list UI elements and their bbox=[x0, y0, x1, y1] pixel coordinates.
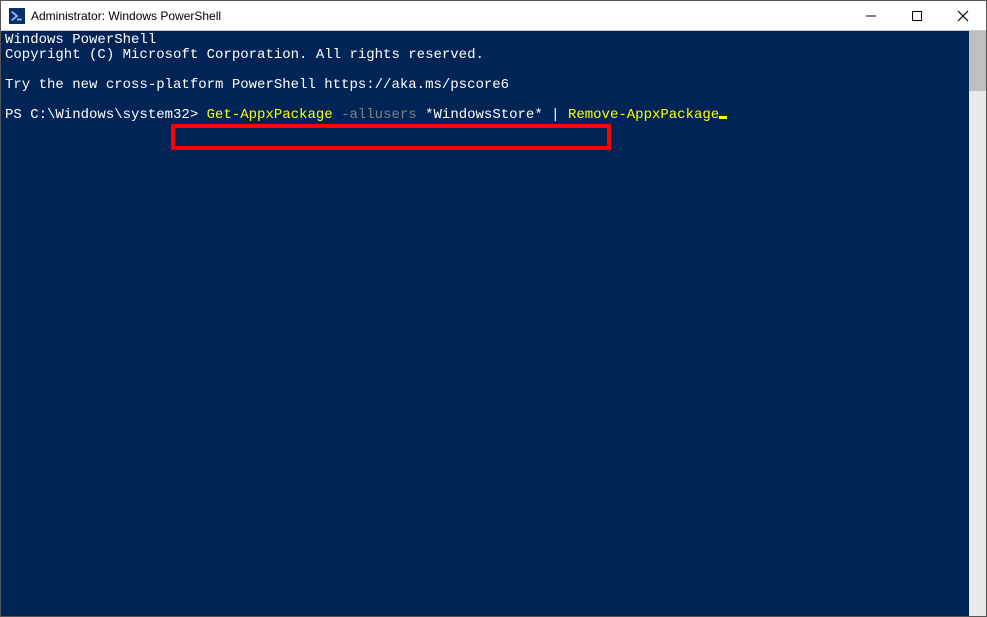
line-2: Copyright (C) Microsoft Corporation. All… bbox=[5, 47, 484, 63]
terminal-client-area: Windows PowerShell Copyright (C) Microso… bbox=[1, 31, 986, 616]
minimize-button[interactable] bbox=[848, 1, 894, 30]
powershell-icon bbox=[9, 8, 25, 24]
cmd-space bbox=[417, 107, 425, 123]
terminal-output[interactable]: Windows PowerShell Copyright (C) Microso… bbox=[1, 31, 969, 616]
titlebar[interactable]: Administrator: Windows PowerShell bbox=[1, 1, 986, 31]
line-4: Try the new cross-platform PowerShell ht… bbox=[5, 77, 509, 93]
text-cursor bbox=[719, 116, 727, 119]
maximize-button[interactable] bbox=[894, 1, 940, 30]
cmd-space bbox=[543, 107, 551, 123]
line-1: Windows PowerShell bbox=[5, 32, 156, 48]
cmd-get-appxpackage: Get-AppxPackage bbox=[207, 107, 333, 123]
cmd-space bbox=[560, 107, 568, 123]
close-button[interactable] bbox=[940, 1, 986, 30]
cmd-pipe: | bbox=[551, 107, 559, 123]
cmd-flag-allusers: -allusers bbox=[341, 107, 417, 123]
window-title: Administrator: Windows PowerShell bbox=[31, 9, 221, 23]
cmd-remove-appxpackage: Remove-AppxPackage bbox=[568, 107, 719, 123]
powershell-window: Administrator: Windows PowerShell Window… bbox=[0, 0, 987, 617]
cmd-space bbox=[333, 107, 341, 123]
prompt: PS C:\Windows\system32> bbox=[5, 107, 207, 123]
cmd-arg-windowsstore: *WindowsStore* bbox=[425, 107, 543, 123]
vertical-scrollbar[interactable] bbox=[969, 31, 986, 616]
window-controls bbox=[848, 1, 986, 30]
scrollbar-thumb[interactable] bbox=[969, 31, 986, 91]
